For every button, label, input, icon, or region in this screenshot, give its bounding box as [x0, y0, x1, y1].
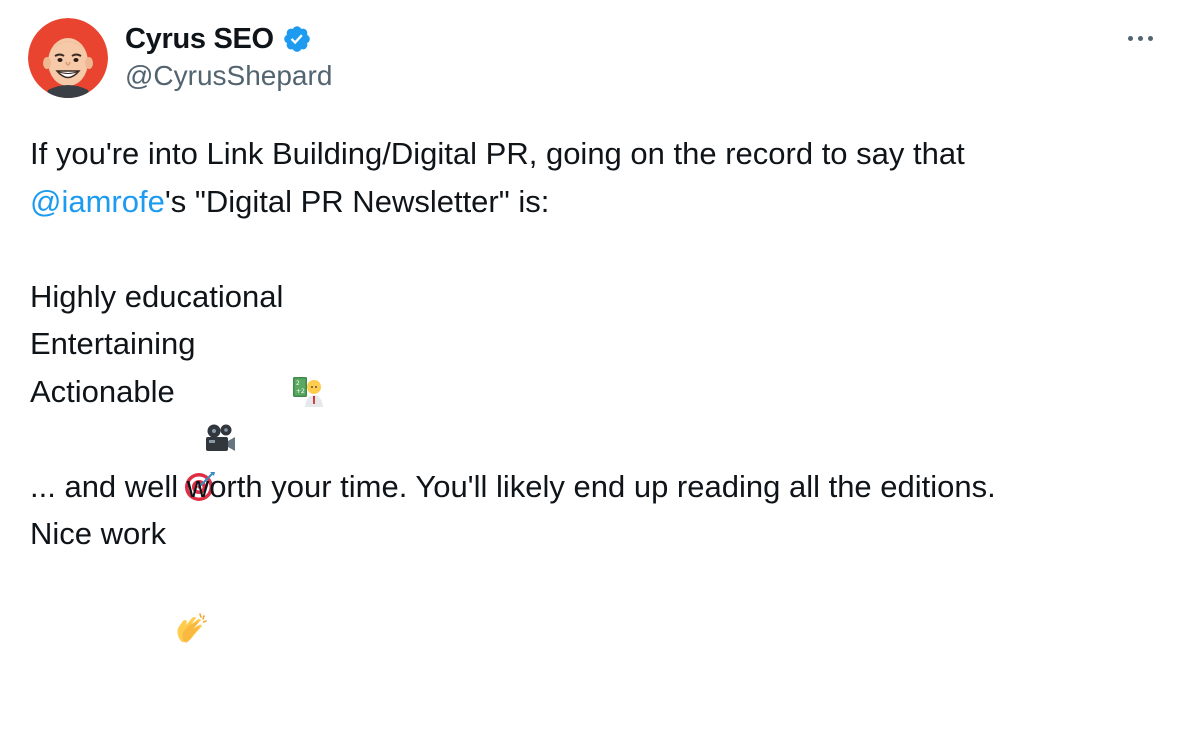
tweet-card: Cyrus SEO @CyrusShepard If you're into L… [0, 0, 1188, 643]
dot [1137, 35, 1143, 41]
svg-text:2: 2 [296, 380, 300, 387]
tweet-text: Entertaining [30, 326, 196, 361]
svg-text:+2: +2 [296, 388, 305, 395]
author-name-row: Cyrus SEO [125, 22, 312, 56]
avatar-image [28, 18, 108, 98]
tweet-line: If you're into Link Building/Digital PR,… [30, 130, 1160, 178]
author-handle[interactable]: @CyrusShepard [125, 60, 332, 92]
tweet-text: Highly educational [30, 278, 284, 314]
dot [1127, 35, 1133, 41]
movie-camera-emoji-icon [203, 327, 237, 451]
direct-hit-emoji-icon [183, 374, 217, 502]
clapping-hands-emoji-icon [174, 517, 208, 643]
tweet-line: Nice work [30, 510, 1160, 643]
tweet-line: @iamrofe's "Digital PR Newsletter" is: [30, 178, 1160, 226]
tweet-line: Entertaining [30, 320, 1160, 451]
teacher-emoji-icon: 2 +2 [291, 279, 325, 408]
more-options-icon[interactable] [1122, 20, 1158, 56]
tweet-text: Nice work [30, 516, 167, 551]
verified-badge-icon [282, 24, 312, 54]
dot [1147, 35, 1153, 41]
tweet-text: ... and well worth your time. You'll lik… [30, 468, 996, 504]
mention-link[interactable]: @iamrofe [30, 178, 165, 226]
author-display-name[interactable]: Cyrus SEO [125, 23, 274, 56]
tweet-text: 's "Digital PR Newsletter" is: [164, 183, 550, 219]
tweet-text: Actionable [30, 373, 175, 409]
tweet-line: Actionable [30, 368, 1160, 502]
tweet-line: ... and well worth your time. You'll lik… [30, 463, 1160, 511]
tweet-text: If you're into Link Building/Digital PR,… [30, 136, 965, 171]
avatar[interactable] [28, 18, 108, 98]
tweet-body: If you're into Link Building/Digital PR,… [30, 130, 1160, 643]
tweet-line: Highly educational 2 +2 [30, 273, 1160, 408]
